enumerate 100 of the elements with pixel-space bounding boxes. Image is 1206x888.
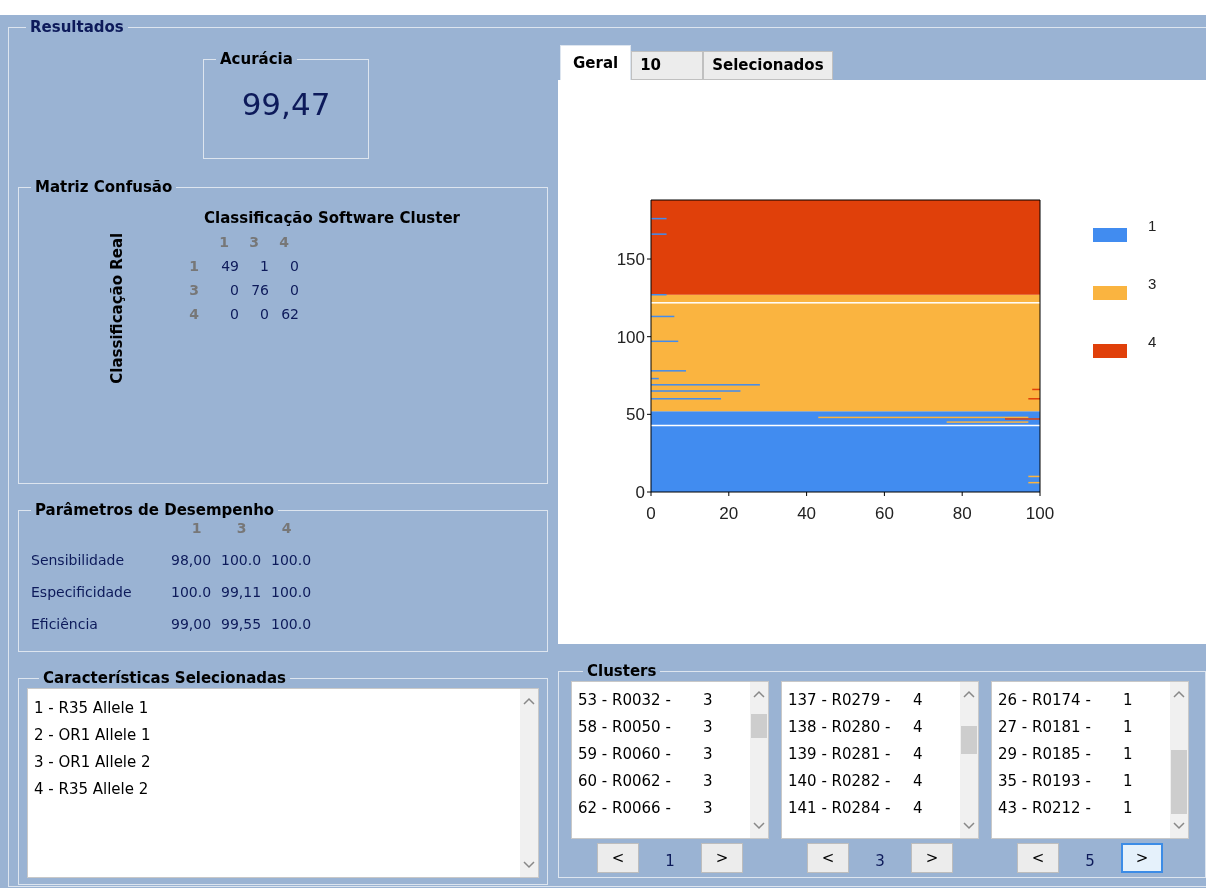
- metric-value: 100.0: [271, 551, 313, 570]
- y-tick-label: 100: [616, 327, 645, 347]
- scroll-up-icon[interactable]: [1173, 690, 1185, 698]
- list-item[interactable]: 29 - R0185 - 1: [998, 741, 1170, 768]
- matrix-cell-text: 0: [229, 280, 239, 300]
- list-item[interactable]: 53 - R0032 - 3: [578, 687, 750, 714]
- scroll-up-icon[interactable]: [963, 690, 975, 698]
- list-item[interactable]: 138 - R0280 - 4: [788, 714, 960, 741]
- scrollbar[interactable]: [960, 682, 978, 838]
- matrix-cell-text: 76: [250, 280, 269, 300]
- matrix-cell-text: 0: [259, 304, 269, 324]
- matrix-cell-text: 49: [220, 256, 239, 276]
- legend-label: 1: [1148, 217, 1157, 234]
- scroll-up-icon[interactable]: [523, 697, 535, 705]
- metric-label: Eficiência: [31, 615, 99, 634]
- list-item[interactable]: 137 - R0279 - 4: [788, 687, 960, 714]
- list-item[interactable]: 2 - OR1 Allele 1: [34, 722, 520, 749]
- list-item[interactable]: 141 - R0284 - 4: [788, 795, 960, 822]
- y-tick-label: 150: [616, 250, 645, 269]
- column-header: 1: [190, 519, 203, 538]
- column-header: 1: [218, 232, 230, 252]
- x-tick-label: 60: [874, 504, 894, 523]
- list-item[interactable]: 60 - R0062 - 3: [578, 768, 750, 795]
- page-number: 3: [875, 850, 885, 872]
- row-header: 3: [188, 280, 200, 300]
- metric-value: 100.0: [271, 583, 313, 602]
- metric-value: 98,00: [171, 551, 213, 570]
- row-header: 1: [188, 256, 200, 276]
- row-axis-title: Classificação Real: [107, 232, 128, 384]
- metric-value: 100.0: [271, 615, 313, 634]
- tab[interactable]: Selecionados: [703, 51, 833, 80]
- scroll-thumb[interactable]: [1171, 750, 1187, 814]
- column-header: 4: [280, 519, 293, 538]
- column-header: 3: [235, 519, 248, 538]
- legend-label: 4: [1148, 333, 1157, 350]
- next-button[interactable]: >: [911, 843, 953, 873]
- tab[interactable]: 10: [631, 51, 704, 80]
- column-header: 3: [248, 232, 260, 252]
- group-title: Matriz Confusão: [34, 177, 174, 197]
- section-title: Resultados: [29, 17, 125, 37]
- previous-button[interactable]: <: [1017, 843, 1059, 873]
- row-header: 4: [188, 304, 200, 324]
- scroll-thumb[interactable]: [751, 714, 767, 738]
- next-button[interactable]: >: [1121, 843, 1163, 873]
- column-header: 4: [278, 232, 290, 252]
- y-tick-label: 50: [626, 405, 645, 425]
- matrix-cell-text: 0: [289, 256, 299, 276]
- previous-button[interactable]: <: [807, 843, 849, 873]
- scroll-down-icon[interactable]: [963, 822, 975, 830]
- list-item[interactable]: 59 - R0060 - 3: [578, 741, 750, 768]
- x-tick-label: 0: [646, 504, 656, 523]
- cluster-list[interactable]: 26 - R0174 - 1 27 - R0181 - 1 29 - R0185 - 1 35 - R0193 - 1 43 - R0212 - 1: [991, 681, 1189, 839]
- tab[interactable]: Geral: [560, 45, 632, 80]
- legend-label: 3: [1148, 275, 1157, 292]
- list-item[interactable]: 26 - R0174 - 1: [998, 687, 1170, 714]
- features-list[interactable]: 1 - R35 Allele 1 2 - OR1 Allele 1 3 - OR1 Allele 2 4 - R35 Allele 2: [27, 688, 539, 878]
- list-item[interactable]: 43 - R0212 - 1: [998, 795, 1170, 822]
- group-title: Características Selecionadas: [42, 668, 288, 688]
- group-title: Clusters: [586, 661, 658, 681]
- group-title: Parâmetros de Desempenho: [34, 500, 276, 520]
- column-axis-title: Classificação Software Cluster: [204, 208, 461, 229]
- metric-label: Sensibilidade: [31, 551, 126, 570]
- page-number: 1: [665, 850, 675, 872]
- list-item[interactable]: 27 - R0181 - 1: [998, 714, 1170, 741]
- accuracy-value: 99,47: [240, 85, 332, 124]
- x-tick-label: 40: [797, 504, 817, 523]
- matrix-cell-text: 62: [280, 304, 299, 324]
- y-tick-label: 0: [635, 483, 645, 502]
- metric-label: Especificidade: [31, 583, 133, 602]
- matrix-cell-text: 1: [259, 256, 269, 276]
- scroll-down-icon[interactable]: [753, 822, 765, 830]
- metric-value: 100.0: [221, 551, 263, 570]
- scroll-down-icon[interactable]: [1173, 822, 1185, 830]
- x-tick-label: 100: [1025, 504, 1055, 523]
- x-tick-label: 80: [952, 504, 972, 523]
- scrollbar[interactable]: [1170, 682, 1188, 838]
- next-button[interactable]: >: [701, 843, 743, 873]
- scroll-up-icon[interactable]: [753, 690, 765, 698]
- list-item[interactable]: 62 - R0066 - 3: [578, 795, 750, 822]
- group-title: Acurácia: [219, 49, 294, 69]
- list-item[interactable]: 139 - R0281 - 4: [788, 741, 960, 768]
- metric-value: 99,00: [171, 615, 213, 634]
- scrollbar[interactable]: [520, 689, 538, 877]
- list-item[interactable]: 4 - R35 Allele 2: [34, 776, 520, 803]
- cluster-list[interactable]: 53 - R0032 - 3 58 - R0050 - 3 59 - R0060 - 3 60 - R0062 - 3 62 - R0066 - 3: [571, 681, 769, 839]
- metric-value: 99,55: [221, 615, 263, 634]
- x-tick-label: 20: [719, 504, 739, 523]
- previous-button[interactable]: <: [597, 843, 639, 873]
- scroll-thumb[interactable]: [961, 726, 977, 754]
- list-item[interactable]: 1 - R35 Allele 1: [34, 695, 520, 722]
- list-item[interactable]: 35 - R0193 - 1: [998, 768, 1170, 795]
- metric-value: 100.0: [171, 583, 213, 602]
- list-item[interactable]: 58 - R0050 - 3: [578, 714, 750, 741]
- matrix-cell-text: 0: [289, 280, 299, 300]
- scrollbar[interactable]: [750, 682, 768, 838]
- list-item[interactable]: 3 - OR1 Allele 2: [34, 749, 520, 776]
- page-number: 5: [1085, 850, 1095, 872]
- cluster-list[interactable]: 137 - R0279 - 4 138 - R0280 - 4 139 - R0281 - 4 140 - R0282 - 4 141 - R0284 - 4: [781, 681, 979, 839]
- scroll-down-icon[interactable]: [523, 861, 535, 869]
- list-item[interactable]: 140 - R0282 - 4: [788, 768, 960, 795]
